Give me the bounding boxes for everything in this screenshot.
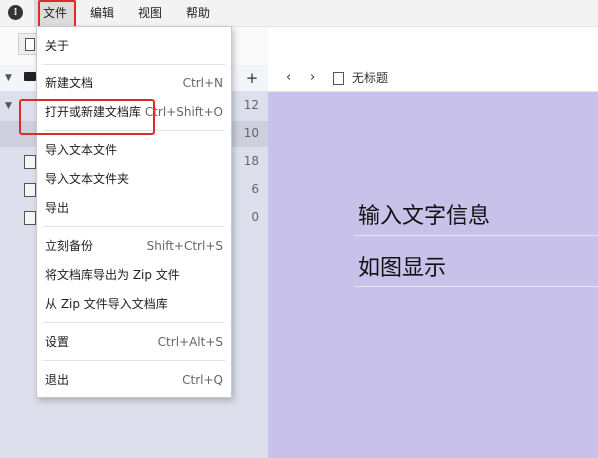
document-icon [24, 155, 36, 169]
tree-count: 18 [243, 154, 259, 168]
menu-settings-label: 设置 [45, 335, 70, 349]
menu-export-zip-label: 将文档库导出为 Zip 文件 [45, 268, 180, 282]
menu-about[interactable]: 关于 [37, 33, 231, 59]
menu-about-label: 关于 [45, 39, 70, 53]
document-icon [333, 72, 344, 85]
menu-help[interactable]: 帮助 [186, 0, 210, 26]
menu-shortcut: Ctrl+N [182, 76, 223, 90]
menu-view[interactable]: 视图 [138, 0, 162, 26]
document-icon [25, 38, 35, 51]
chevron-right-icon[interactable]: › [310, 65, 315, 91]
database-icon [24, 72, 36, 81]
editor-area[interactable]: ‹ › 无标题 输入文字信息 如图显示 [268, 65, 598, 458]
menu-export-zip[interactable]: 将文档库导出为 Zip 文件 [37, 262, 231, 288]
menu-new-document-label: 新建文档 [45, 76, 94, 90]
menu-import-zip-label: 从 Zip 文件导入文档库 [45, 297, 168, 311]
menu-backup-now-label: 立刻备份 [45, 239, 94, 253]
document-icon [24, 211, 36, 225]
menu-separator [43, 322, 225, 323]
menu-shortcut: Ctrl+Alt+S [157, 335, 223, 349]
menu-separator [43, 226, 225, 227]
tree-count: 10 [243, 126, 259, 140]
editor-line[interactable]: 如图显示 [358, 250, 446, 282]
line-divider [354, 286, 598, 287]
menu-quit[interactable]: 退出 Ctrl+Q [37, 367, 231, 393]
menu-import-text-folder-label: 导入文本文件夹 [45, 172, 130, 186]
chevron-left-icon[interactable]: ‹ [286, 65, 291, 91]
menu-shortcut: Shift+Ctrl+S [146, 239, 223, 253]
document-title: 无标题 [352, 71, 389, 85]
line-divider [354, 235, 598, 236]
menu-backup-now[interactable]: 立刻备份 Shift+Ctrl+S [37, 233, 231, 259]
menu-import-text-file[interactable]: 导入文本文件 [37, 137, 231, 163]
tree-count: 12 [243, 98, 259, 112]
menu-bar: ⁝ 文件 编辑 视图 帮助 [0, 0, 598, 27]
tree-count: 0 [251, 210, 259, 224]
menu-shortcut: Ctrl+Q [182, 373, 223, 387]
menu-export-label: 导出 [45, 201, 70, 215]
editor-line[interactable]: 输入文字信息 [358, 198, 490, 230]
menu-import-text-folder[interactable]: 导入文本文件夹 [37, 166, 231, 192]
tree-count: 6 [251, 182, 259, 196]
menu-shortcut: Ctrl+Shift+O [144, 105, 223, 119]
plus-icon[interactable]: + [242, 65, 262, 91]
open-library-highlight [19, 99, 155, 135]
app-logo-icon: ⁝ [8, 5, 23, 20]
file-dropdown-menu: 关于 新建文档 Ctrl+N 打开或新建文档库 Ctrl+Shift+O 导入文… [36, 26, 232, 398]
menu-import-text-file-label: 导入文本文件 [45, 143, 118, 157]
chevron-down-icon[interactable]: ▼ [5, 73, 12, 83]
menu-settings[interactable]: 设置 Ctrl+Alt+S [37, 329, 231, 355]
menu-separator [43, 360, 225, 361]
menu-new-document[interactable]: 新建文档 Ctrl+N [37, 70, 231, 96]
editor-tab-bar: ‹ › 无标题 [268, 65, 598, 92]
menu-export[interactable]: 导出 [37, 195, 231, 221]
menu-quit-label: 退出 [45, 373, 70, 387]
menu-edit[interactable]: 编辑 [90, 0, 114, 26]
document-icon [24, 183, 36, 197]
menu-import-zip[interactable]: 从 Zip 文件导入文档库 [37, 291, 231, 317]
chevron-down-icon[interactable]: ▼ [5, 101, 12, 111]
menu-separator [43, 64, 225, 65]
